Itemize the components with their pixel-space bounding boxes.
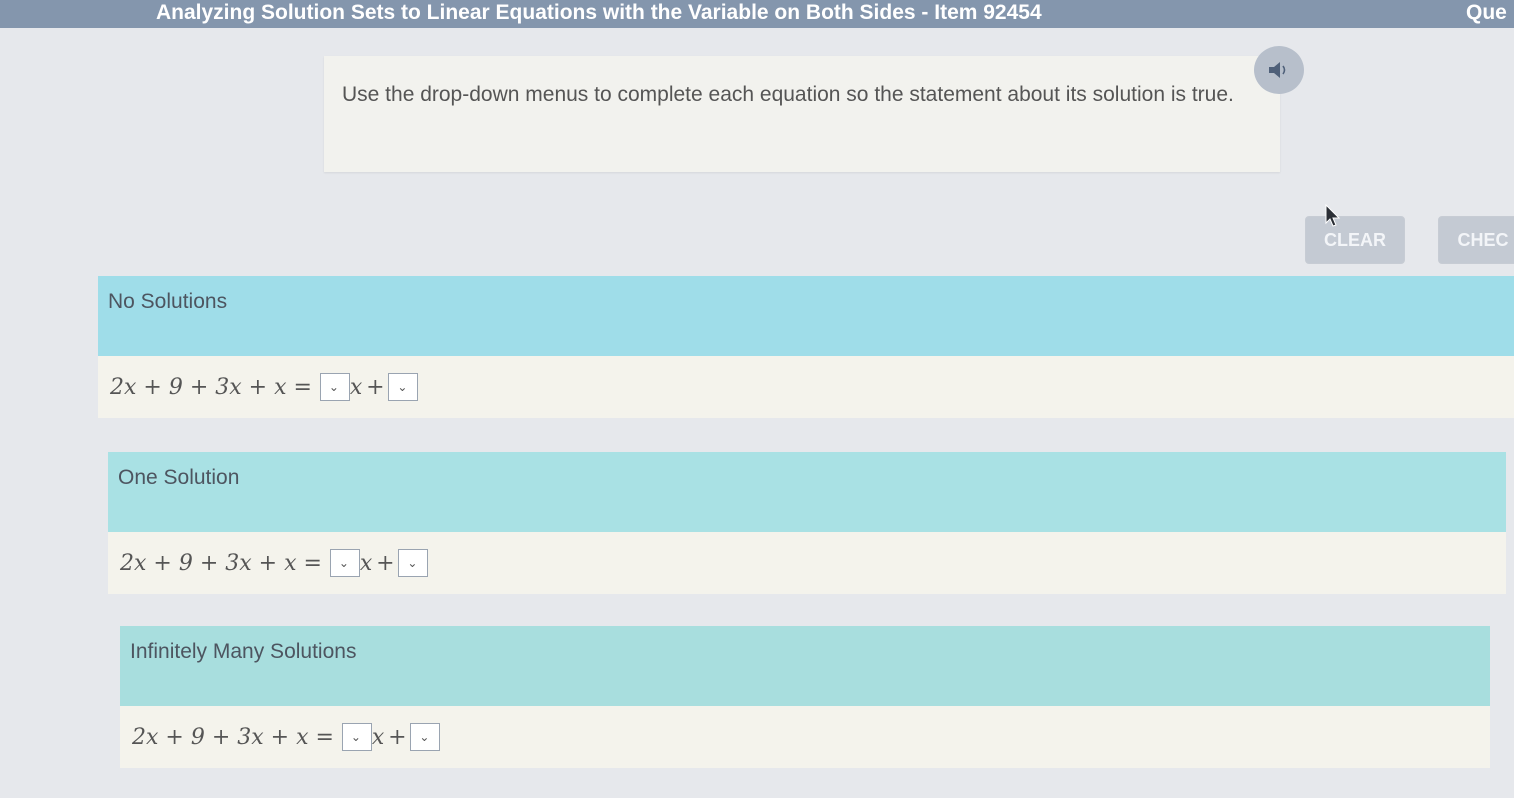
chevron-down-icon: ⌄: [328, 380, 339, 394]
instructions-box: Use the drop-down menus to complete each…: [324, 56, 1280, 172]
chevron-down-icon: ⌄: [407, 556, 418, 570]
chevron-down-icon: ⌄: [397, 380, 408, 394]
check-button-label: CHEC: [1457, 229, 1509, 250]
coefficient-dropdown[interactable]: ⌄: [329, 549, 360, 577]
variable: x: [371, 724, 385, 750]
constant-dropdown[interactable]: ⌄: [388, 373, 419, 401]
equation-row: 2x + 9 + 3x + x = ⌄ x + ⌄: [120, 706, 1490, 768]
clear-button-label: CLEAR: [1324, 229, 1386, 250]
section-no-solutions: No Solutions 2x + 9 + 3x + x = ⌄ x + ⌄: [98, 276, 1514, 418]
section-label: Infinitely Many Solutions: [130, 640, 357, 663]
instructions-text: Use the drop-down menus to complete each…: [342, 83, 1234, 106]
equation-left: 2x + 9 + 3x + x =: [132, 724, 334, 750]
section-infinitely-many-solutions: Infinitely Many Solutions 2x + 9 + 3x + …: [120, 626, 1490, 768]
top-bar: Analyzing Solution Sets to Linear Equati…: [0, 0, 1514, 28]
chevron-down-icon: ⌄: [350, 730, 361, 744]
section-header: Infinitely Many Solutions: [120, 626, 1490, 706]
coefficient-dropdown[interactable]: ⌄: [319, 373, 350, 401]
equation-left: 2x + 9 + 3x + x =: [110, 374, 312, 400]
mouse-cursor-icon: [1325, 204, 1341, 227]
chevron-down-icon: ⌄: [338, 556, 349, 570]
speaker-icon: [1269, 62, 1286, 78]
equation-row: 2x + 9 + 3x + x = ⌄ x + ⌄: [108, 532, 1506, 594]
constant-dropdown[interactable]: ⌄: [410, 723, 441, 751]
check-button[interactable]: CHEC: [1438, 216, 1514, 264]
clear-button[interactable]: CLEAR: [1305, 216, 1405, 264]
variable: x: [349, 374, 363, 400]
section-header: No Solutions: [98, 276, 1514, 356]
page-title: Analyzing Solution Sets to Linear Equati…: [156, 1, 1042, 24]
section-label: One Solution: [118, 466, 240, 489]
plus-sign: +: [366, 374, 385, 400]
variable: x: [359, 550, 373, 576]
plus-sign: +: [376, 550, 395, 576]
chevron-down-icon: ⌄: [419, 730, 430, 744]
section-one-solution: One Solution 2x + 9 + 3x + x = ⌄ x + ⌄: [108, 452, 1506, 594]
equation-left: 2x + 9 + 3x + x =: [120, 550, 322, 576]
plus-sign: +: [388, 724, 407, 750]
coefficient-dropdown[interactable]: ⌄: [341, 723, 372, 751]
header-right-label[interactable]: Que: [1466, 1, 1507, 25]
audio-button[interactable]: [1254, 46, 1304, 94]
constant-dropdown[interactable]: ⌄: [398, 549, 429, 577]
section-label: No Solutions: [108, 290, 228, 313]
equation-row: 2x + 9 + 3x + x = ⌄ x + ⌄: [98, 356, 1514, 418]
section-header: One Solution: [108, 452, 1506, 532]
